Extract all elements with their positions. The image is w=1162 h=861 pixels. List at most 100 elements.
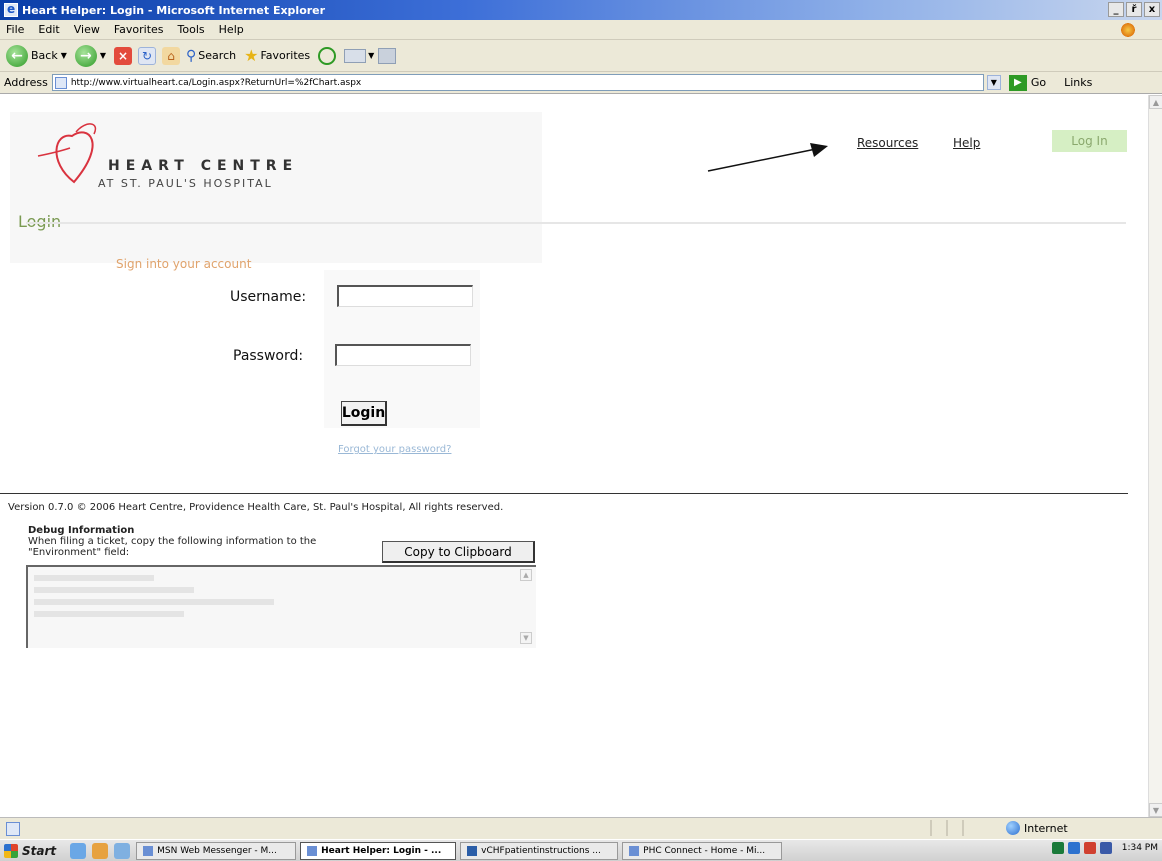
chevron-down-icon: ▼ [60,51,67,60]
favorites-label: Favorites [260,49,311,62]
version-text: Version 0.7.0 © 2006 Heart Centre, Provi… [8,502,504,513]
address-input[interactable]: http://www.virtualheart.ca/Login.aspx?Re… [51,74,984,91]
menu-help[interactable]: Help [219,23,244,36]
username-input[interactable] [337,285,473,307]
windows-logo-icon [1120,22,1136,38]
search-icon: ⚲ [186,47,197,64]
task-label: PHC Connect - Home - Mi... [643,845,766,856]
search-button[interactable]: ⚲ Search [186,48,236,64]
address-label: Address [4,76,48,89]
favorites-button[interactable]: ★ Favorites [244,46,310,65]
address-dropdown-icon[interactable]: ▼ [986,75,1001,90]
debug-content [34,571,274,623]
copy-to-clipboard-button[interactable]: Copy to Clipboard [382,541,535,563]
go-label: Go [1030,76,1047,89]
logo-subtitle: AT ST. PAUL'S HOSPITAL [98,177,273,190]
window-controls: _ ř x [1108,2,1160,17]
system-tray: 1:34 PM [1051,842,1158,854]
taskbar-item-heart-helper[interactable]: Heart Helper: Login - ... [300,841,457,860]
mail-icon[interactable] [344,48,367,63]
address-bar: Address http://www.virtualheart.ca/Login… [0,72,1162,94]
menu-view[interactable]: View [74,23,100,36]
debug-textarea[interactable]: ▲ ▼ [26,565,536,648]
quicklaunch-media-icon[interactable] [92,842,109,859]
footer-divider [0,493,1128,494]
scroll-up-icon[interactable]: ▲ [520,569,532,581]
status-bar: Internet [0,817,1162,839]
chevron-down-icon: ▼ [99,51,107,60]
nav-login-button[interactable]: Log In [1052,130,1127,152]
security-zone: Internet [1006,821,1068,835]
minimize-button[interactable]: _ [1108,2,1124,17]
ie-icon [307,845,318,856]
window-titlebar: Heart Helper: Login - Microsoft Internet… [0,0,1162,20]
header-panel: HEART CENTRE AT ST. PAUL'S HOSPITAL Logi… [10,112,542,271]
search-label: Search [198,49,237,62]
status-separators [930,820,964,836]
nav-help[interactable]: Help [953,136,980,150]
menu-tools[interactable]: Tools [178,23,205,36]
window-title: Heart Helper: Login - Microsoft Internet… [22,3,326,17]
password-input[interactable] [335,344,471,366]
links-button[interactable]: Links [1064,76,1092,89]
heart-centre-logo: HEART CENTRE AT ST. PAUL'S HOSPITAL [28,118,308,200]
tray-icon[interactable] [1051,842,1064,854]
start-label: Start [22,843,57,858]
word-doc-icon [467,845,478,856]
username-label: Username: [230,289,307,305]
star-icon: ★ [244,46,259,65]
taskbar-item-msn[interactable]: MSN Web Messenger - M... [136,841,297,860]
menu-favorites[interactable]: Favorites [114,23,164,36]
logo-name: HEART CENTRE [108,158,299,174]
scroll-up-icon[interactable]: ▲ [1149,95,1162,109]
page-done-icon [6,821,20,836]
signin-subtitle: Sign into your account [116,257,252,271]
scroll-down-icon[interactable]: ▼ [1149,803,1162,817]
print-icon[interactable] [378,47,397,64]
task-label: Heart Helper: Login - ... [321,845,442,856]
forgot-password-link[interactable]: Forgot your password? [338,444,451,455]
login-submit-button[interactable]: Login [341,401,387,426]
restore-button[interactable]: ř [1126,2,1142,17]
debug-description: When filing a ticket, copy the following… [28,536,317,558]
back-label: Back [31,49,58,62]
page-scrollbar[interactable]: ▲ ▼ [1148,95,1162,817]
debug-title: Debug Information [28,525,135,536]
quicklaunch-messenger-icon[interactable] [70,842,87,859]
menu-file[interactable]: File [6,23,24,36]
page-content: HEART CENTRE AT ST. PAUL'S HOSPITAL Logi… [0,95,1148,817]
task-label: vCHFpatientinstructions ... [481,845,601,856]
taskbar-item-vchf[interactable]: vCHFpatientinstructions ... [460,841,619,860]
ie-icon [629,845,640,856]
tray-icon[interactable] [1067,842,1080,854]
close-button[interactable]: x [1144,2,1160,17]
annotation-arrow [707,143,828,172]
start-button[interactable]: Start [0,841,64,861]
internet-globe-icon [1006,821,1020,835]
forward-button[interactable]: → ▼ [74,44,107,67]
quicklaunch-browser-icon[interactable] [114,842,131,859]
forward-arrow-icon: → [74,44,97,67]
history-icon[interactable] [318,46,337,65]
back-button[interactable]: ← Back ▼ [6,44,67,67]
go-button[interactable]: ▶ Go [1008,74,1047,91]
tray-icon[interactable] [1083,842,1096,854]
back-arrow-icon: ← [6,44,28,67]
go-arrow-icon: ▶ [1008,74,1027,91]
home-icon[interactable]: ⌂ [162,46,181,65]
windows-flag-icon [4,843,18,858]
clock: 1:34 PM [1121,843,1158,853]
refresh-icon[interactable]: ↻ [138,46,157,65]
page-icon [54,76,67,89]
menu-edit[interactable]: Edit [38,23,59,36]
tray-icon[interactable] [1099,842,1112,854]
password-label: Password: [233,348,304,364]
address-url: http://www.virtualheart.ca/Login.aspx?Re… [70,77,362,88]
ie-icon [143,845,154,856]
scroll-down-icon[interactable]: ▼ [520,632,532,644]
stop-icon[interactable]: × [114,46,133,65]
nav-resources[interactable]: Resources [857,136,918,150]
zone-label: Internet [1024,821,1068,835]
chevron-down-icon[interactable]: ▼ [368,51,374,60]
taskbar-item-phc[interactable]: PHC Connect - Home - Mi... [622,841,783,860]
